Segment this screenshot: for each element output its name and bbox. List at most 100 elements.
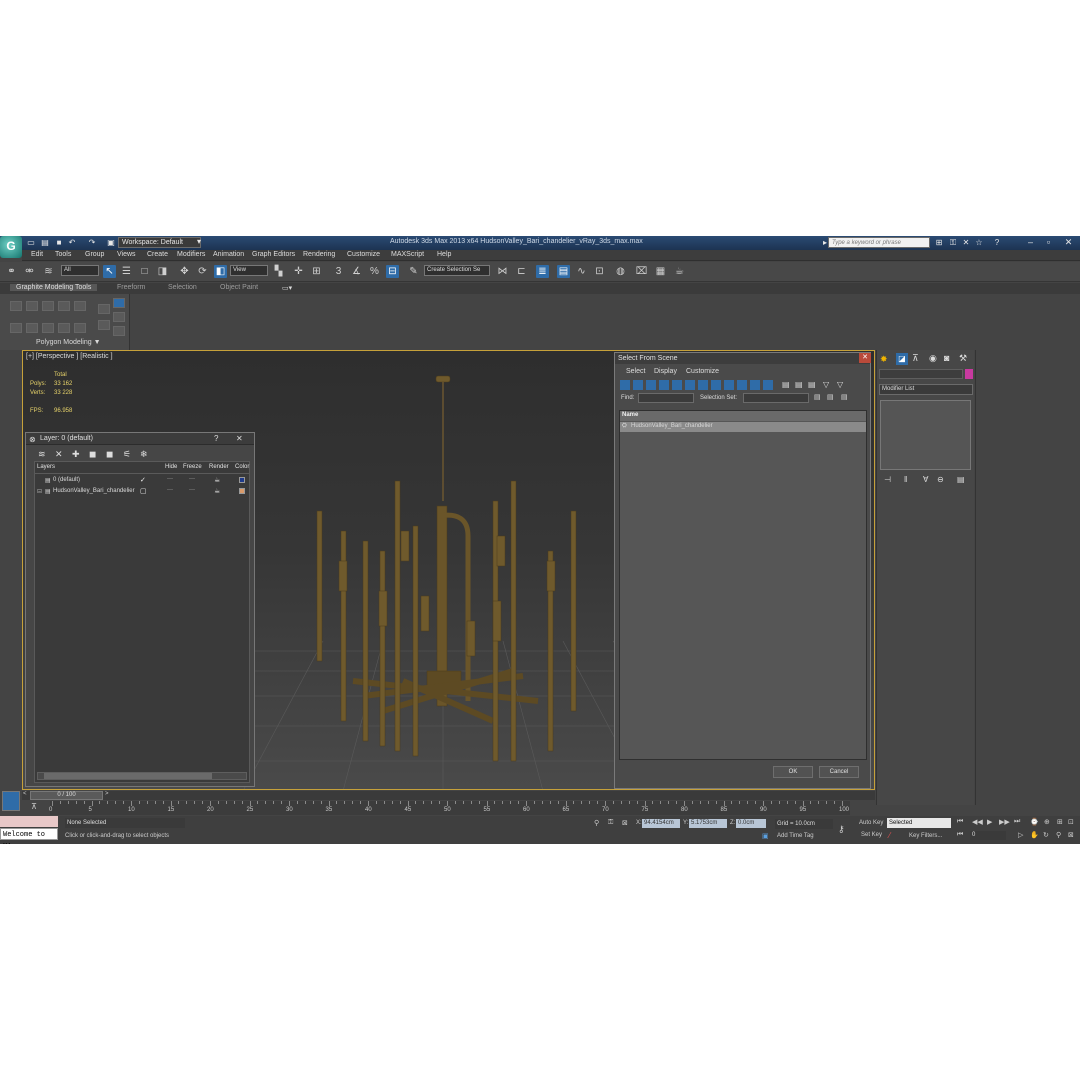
- align-icon[interactable]: ⊏: [515, 265, 528, 278]
- freeze-toggle[interactable]: —: [189, 476, 195, 482]
- menu-customize[interactable]: Customize: [347, 251, 380, 258]
- favorites-icon[interactable]: ☆: [974, 238, 984, 248]
- column-color[interactable]: Color: [235, 464, 249, 470]
- ribbon-tool-icon[interactable]: [98, 304, 110, 314]
- key-mode-toggle-icon[interactable]: ⏮: [957, 831, 963, 839]
- render-teapot-icon[interactable]: ☕: [214, 476, 220, 484]
- ribbon-tool-icon[interactable]: [42, 301, 54, 311]
- layer-manager-icon[interactable]: ≣: [536, 265, 549, 278]
- menu-customize[interactable]: Customize: [686, 368, 719, 375]
- filter-lights-icon[interactable]: [646, 380, 656, 390]
- ribbon-tool-icon[interactable]: [10, 301, 22, 311]
- active-layer-check-icon[interactable]: ✓: [140, 476, 146, 484]
- freeze-toggle[interactable]: —: [189, 487, 195, 493]
- show-end-result-icon[interactable]: ‖: [904, 475, 907, 484]
- horizontal-scrollbar[interactable]: [37, 772, 247, 780]
- angle-snap-icon[interactable]: ∡: [350, 265, 363, 278]
- ribbon-tool-icon[interactable]: [26, 301, 38, 311]
- menu-animation[interactable]: Animation: [213, 251, 244, 258]
- tab-graphite-modeling-tools[interactable]: Graphite Modeling Tools: [10, 284, 98, 291]
- curve-editor-icon[interactable]: ∿: [575, 265, 588, 278]
- layer-color-swatch[interactable]: [239, 477, 245, 483]
- maximize-viewport-icon[interactable]: ⊠: [1068, 831, 1074, 839]
- zoom-extents-icon[interactable]: ⊡: [1068, 818, 1074, 826]
- tab-object-paint[interactable]: Object Paint: [220, 284, 258, 291]
- hide-toggle[interactable]: —: [167, 487, 173, 493]
- ribbon-tool-icon[interactable]: [113, 312, 125, 322]
- lock-selection-icon[interactable]: ⚿: [608, 819, 613, 827]
- rectangular-selection-icon[interactable]: □: [138, 265, 151, 278]
- z-coordinate-field[interactable]: 0.0cm: [736, 819, 766, 828]
- select-none-icon[interactable]: ▤: [795, 380, 803, 389]
- layer-color-swatch[interactable]: [239, 488, 245, 494]
- menu-rendering[interactable]: Rendering: [303, 251, 335, 258]
- ribbon-tool-icon[interactable]: [113, 326, 125, 336]
- rendered-frame-icon[interactable]: ▦: [654, 265, 667, 278]
- layer-row[interactable]: ▤ 0 (default) ✓ — — ☕: [35, 476, 249, 486]
- select-by-name-icon[interactable]: ☰: [120, 265, 133, 278]
- key-icon[interactable]: ⚷: [838, 824, 845, 835]
- filter-geometry-icon[interactable]: [620, 380, 630, 390]
- filter-frozen-icon[interactable]: [750, 380, 760, 390]
- set-key-button[interactable]: Set Key: [861, 832, 882, 838]
- render-setup-icon[interactable]: ⌧: [635, 265, 648, 278]
- list-item[interactable]: ⛭ HudsonValley_Bari_chandelier: [620, 422, 866, 432]
- menu-graph-editors[interactable]: Graph Editors: [252, 251, 295, 258]
- modifier-list-dropdown[interactable]: Modifier List: [879, 384, 973, 395]
- go-to-end-icon[interactable]: ⏭: [1014, 818, 1020, 826]
- layer-name[interactable]: HudsonValley_Bari_chandelier: [53, 488, 135, 494]
- add-time-tag[interactable]: Add Time Tag: [777, 833, 814, 839]
- ribbon-tool-icon[interactable]: [74, 301, 86, 311]
- track-bar[interactable]: 0 5 10 15 20 25 30 35 40 45 50 55 60 65 70 75 80 85 90 95 10…: [49, 801, 850, 815]
- add-to-layer-icon[interactable]: ✚: [72, 449, 80, 460]
- open-file-icon[interactable]: ▤: [40, 238, 50, 248]
- menu-modifiers[interactable]: Modifiers: [177, 251, 205, 258]
- filter-hidden-icon[interactable]: [763, 380, 773, 390]
- binoculars-icon[interactable]: ⊞: [934, 238, 944, 248]
- render-teapot-icon[interactable]: ☕: [214, 487, 220, 495]
- column-layers[interactable]: Layers: [37, 464, 55, 470]
- make-unique-icon[interactable]: ∀: [923, 475, 928, 484]
- select-invert-icon[interactable]: ▤: [808, 380, 816, 389]
- filter-spacewarps-icon[interactable]: [685, 380, 695, 390]
- menu-tools[interactable]: Tools: [55, 251, 71, 258]
- modifier-stack[interactable]: [880, 400, 971, 470]
- time-slider-thumb[interactable]: 0 / 100: [30, 791, 103, 800]
- selection-set-tool-icon[interactable]: ▤: [841, 393, 848, 401]
- menu-help[interactable]: Help: [437, 251, 451, 258]
- selection-set-tool-icon[interactable]: ▤: [814, 393, 821, 401]
- chevron-down-icon[interactable]: ▾: [194, 237, 204, 247]
- hide-toggle[interactable]: —: [167, 476, 173, 482]
- expand-icon[interactable]: ⊟: [37, 488, 42, 495]
- workspace-dropdown[interactable]: Workspace: Default: [118, 237, 201, 248]
- bind-spacewarp-icon[interactable]: ≋: [42, 265, 55, 278]
- menu-display[interactable]: Display: [654, 368, 677, 375]
- material-editor-icon[interactable]: ◍: [614, 265, 627, 278]
- next-frame-icon[interactable]: >: [105, 791, 109, 797]
- find-input[interactable]: [638, 393, 694, 403]
- selection-set-tool-icon[interactable]: ▤: [827, 393, 834, 401]
- y-coordinate-field[interactable]: 5.1753cm: [689, 819, 727, 828]
- x-coordinate-field[interactable]: 94.4154cm: [642, 819, 680, 828]
- select-manipulate-icon[interactable]: ✛: [292, 265, 305, 278]
- ok-button[interactable]: OK: [773, 766, 813, 778]
- hide-all-icon[interactable]: ⚟: [123, 449, 131, 460]
- remove-modifier-icon[interactable]: ⊖: [937, 475, 944, 484]
- scale-icon[interactable]: ◧: [214, 265, 227, 278]
- orbit-icon[interactable]: ↻: [1043, 831, 1049, 839]
- ribbon-tool-icon[interactable]: [42, 323, 54, 333]
- select-all-icon[interactable]: ▤: [782, 380, 790, 389]
- help-icon[interactable]: ?: [214, 434, 218, 443]
- display-children-icon[interactable]: ▽: [837, 380, 843, 389]
- time-tag-icon[interactable]: ▣: [762, 832, 769, 840]
- ribbon-tool-icon[interactable]: [10, 323, 22, 333]
- keyword-search-input[interactable]: Type a keyword or phrase: [828, 237, 930, 248]
- freeze-all-icon[interactable]: ❄: [140, 449, 148, 460]
- utilities-tab-icon[interactable]: ⚒: [959, 353, 967, 364]
- absolute-mode-icon[interactable]: ⊠: [622, 819, 628, 827]
- current-frame-field[interactable]: 0: [970, 831, 1006, 840]
- render-production-icon[interactable]: ☕: [673, 265, 686, 278]
- ribbon-options-icon[interactable]: ▭▾: [282, 284, 292, 292]
- subscription-icon[interactable]: ⚿: [948, 238, 958, 248]
- create-layer-icon[interactable]: ≋: [38, 449, 46, 460]
